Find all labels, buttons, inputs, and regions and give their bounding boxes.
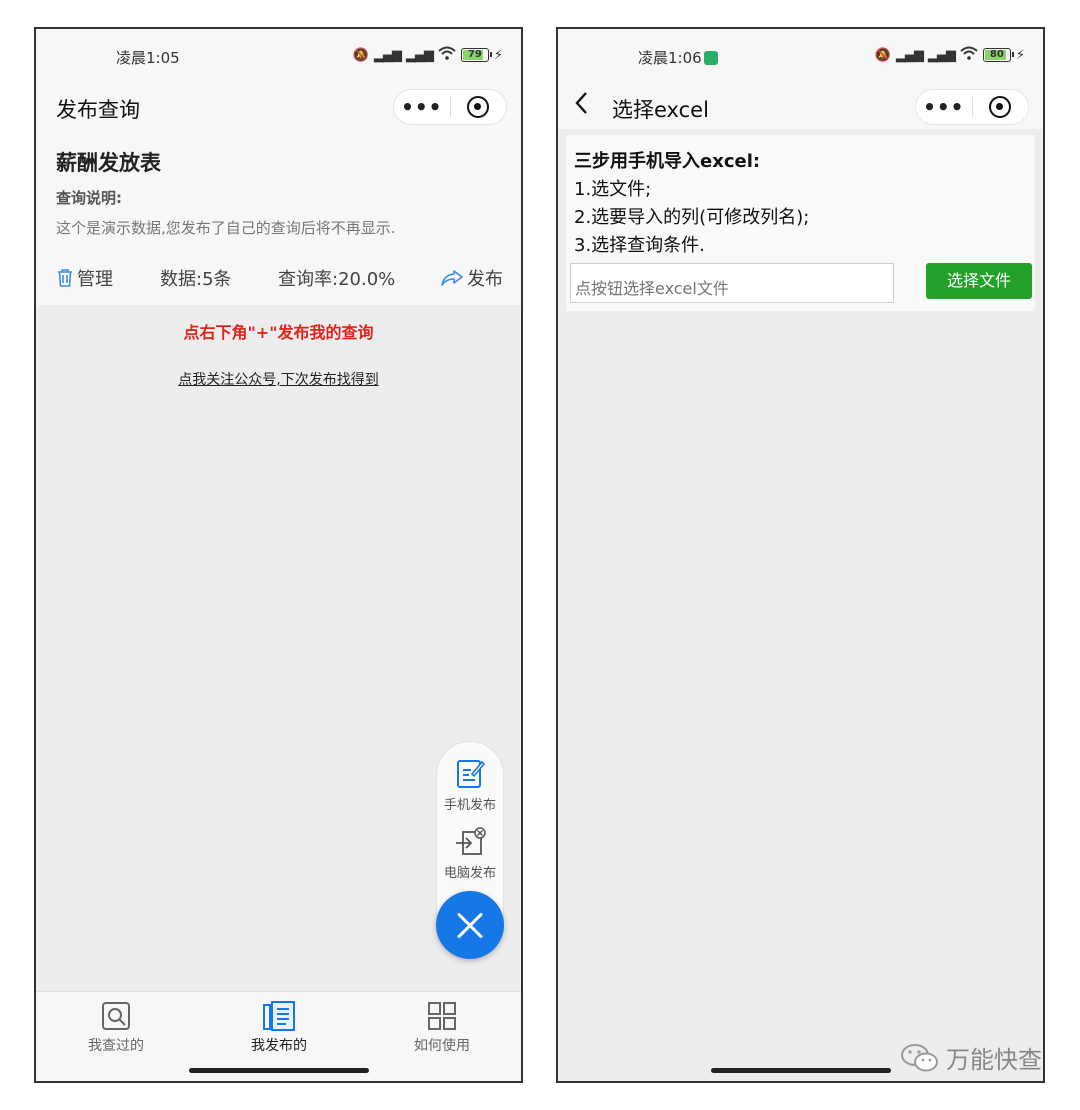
target-icon [989,96,1012,118]
manage-label: 管理 [77,269,113,290]
instruction-step: 1.选文件; [574,179,652,200]
import-instructions: 三步用手机导入excel: 1.选文件; 2.选要导入的列(可修改列名); 3.… [566,135,1035,311]
grid-icon [428,1002,456,1030]
mute-icon: 🔕 [874,47,891,63]
miniprogram-capsule: ••• [393,89,507,125]
close-miniprogram-button[interactable] [973,96,1029,118]
status-bar: 凌晨1:06 🔕 ▂▄▆ ▂▄▆ 80 ⚡ [558,29,1043,85]
charging-icon: ⚡ [1015,47,1025,63]
query-card[interactable]: 薪酬发放表 查询说明: 这个是演示数据,您发布了自己的查询后将不再显示. 管理 … [36,129,521,305]
import-icon [456,827,486,855]
tab-how-to-use-label: 如何使用 [414,1038,470,1054]
edit-document-icon [457,760,485,788]
close-miniprogram-button[interactable] [451,96,507,118]
published-doc-icon [263,1001,295,1031]
mobile-publish-label: 手机发布 [443,798,496,813]
manage-button[interactable]: 管理 [56,265,113,291]
home-indicator[interactable] [188,1068,369,1073]
query-description-label: 查询说明: [56,189,122,207]
wechat-logo-icon [901,1043,938,1071]
status-bar: 凌晨1:05 🔕 ▂▄▆ ▂▄▆ 79 ⚡ [36,29,521,85]
query-stats: 管理 数据:5条 查询率:20.0% 发布 [56,265,503,291]
target-icon [467,96,490,118]
choose-file-button[interactable]: 选择文件 [926,263,1032,299]
page-title: 发布查询 [56,98,140,122]
home-indicator[interactable] [710,1068,891,1073]
follow-account-link[interactable]: 点我关注公众号,下次发布找得到 [36,369,521,389]
pc-publish-label: 电脑发布 [443,866,496,881]
tab-how-to-use[interactable]: 如何使用 [382,1000,502,1055]
status-time: 凌晨1:06 [638,47,718,68]
signal-icon: ▂▄▆ [373,47,402,63]
tab-queried[interactable]: 我查过的 [56,1000,176,1055]
instruction-step: 3.选择查询条件. [574,235,705,256]
publish-hint: 点右下角"+"发布我的查询 [183,323,374,342]
status-icons: 🔕 ▂▄▆ ▂▄▆ 80 ⚡ [875,46,1025,64]
signal-icon: ▂▄▆ [895,47,924,63]
search-doc-icon [102,1002,130,1030]
charging-icon: ⚡ [493,47,503,63]
battery-level: 80 [989,49,1004,60]
publish-button[interactable]: 发布 [440,265,503,291]
more-icon[interactable]: ••• [916,92,972,122]
status-time: 凌晨1:05 [116,49,180,67]
query-description: 这个是演示数据,您发布了自己的查询后将不再显示. [56,219,396,237]
trash-icon [58,269,72,287]
miniprogram-capsule: ••• [915,89,1029,125]
nav-bar: 选择excel ••• [558,85,1043,129]
back-button[interactable] [574,91,588,121]
data-count: 数据:5条 [160,269,232,290]
query-title: 薪酬发放表 [56,151,161,175]
query-rate: 查询率:20.0% [278,269,396,290]
wifi-icon [960,46,978,64]
wifi-icon [438,46,456,64]
publish-label: 发布 [467,269,503,290]
chevron-left-icon [575,92,587,114]
tab-published[interactable]: 我发布的 [219,1000,339,1055]
battery-level: 79 [467,49,482,60]
instructions-title: 三步用手机导入excel: [574,151,761,172]
battery-icon: 79 [460,48,492,62]
status-time-text: 凌晨1:06 [638,49,702,67]
signal-icon: ▂▄▆ [927,47,956,63]
close-fab-button[interactable] [436,891,504,959]
more-icon[interactable]: ••• [394,92,450,122]
battery-icon: 80 [982,48,1014,62]
phone-screen-publish-query: 凌晨1:05 🔕 ▂▄▆ ▂▄▆ 79 ⚡ 发布查询 ••• 薪酬发放表 查询说… [34,27,523,1083]
excel-file-input[interactable] [570,263,894,303]
tab-published-label: 我发布的 [251,1038,307,1054]
pc-publish-button[interactable]: 电脑发布 [437,826,503,881]
page-title: 选择excel [612,98,709,122]
instruction-step: 2.选要导入的列(可修改列名); [574,207,810,228]
watermark-text: 万能快查 [946,1046,1042,1074]
mobile-publish-button[interactable]: 手机发布 [437,758,503,813]
mute-icon: 🔕 [352,47,369,63]
wechat-notification-icon [703,51,718,65]
share-icon [441,270,463,286]
phone-screen-select-excel: 凌晨1:06 🔕 ▂▄▆ ▂▄▆ 80 ⚡ 选择excel ••• 三步用手机导… [556,27,1045,1083]
status-icons: 🔕 ▂▄▆ ▂▄▆ 79 ⚡ [353,46,503,64]
signal-icon: ▂▄▆ [405,47,434,63]
nav-bar: 发布查询 ••• [36,85,521,129]
watermark: 万能快查 [900,1040,1042,1075]
tab-queried-label: 我查过的 [88,1038,144,1054]
